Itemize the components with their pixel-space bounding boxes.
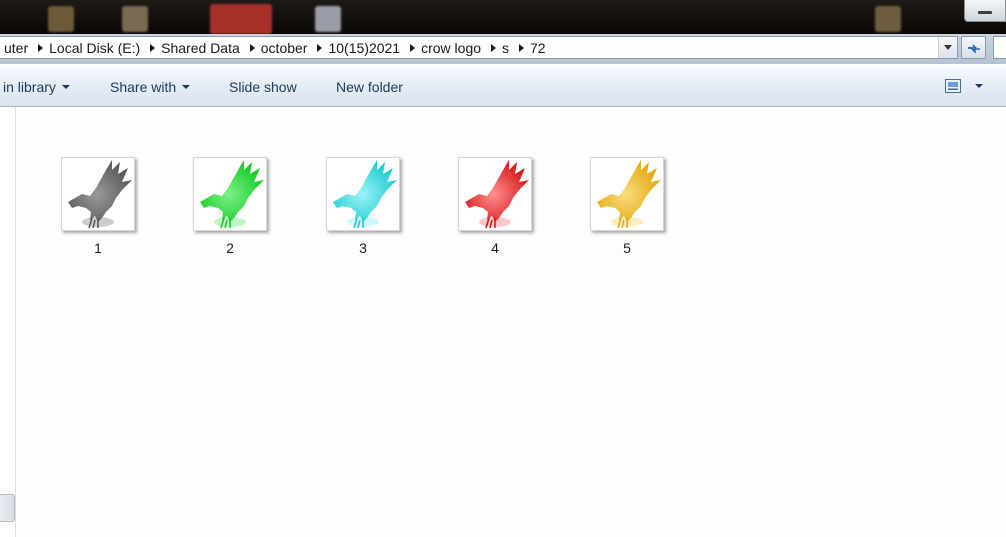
desktop-icon [315, 6, 341, 32]
slide-show-label: Slide show [229, 79, 297, 95]
search-input[interactable] [993, 36, 1006, 59]
file-item[interactable]: 1 [60, 157, 136, 256]
file-name-label: 5 [623, 240, 631, 256]
chevron-right-icon[interactable] [410, 43, 416, 52]
file-name-label: 3 [359, 240, 367, 256]
file-thumbnail [458, 157, 532, 231]
chevron-down-icon [975, 84, 983, 88]
chevron-right-icon[interactable] [519, 43, 525, 52]
chevron-down-icon [61, 85, 70, 89]
breadcrumb-item[interactable]: Shared Data [157, 40, 245, 56]
chevron-right-icon[interactable] [491, 43, 497, 52]
breadcrumb-item[interactable]: crow logo [417, 40, 486, 56]
crow-logo-image [333, 160, 397, 229]
refresh-button[interactable] [961, 36, 986, 59]
chevron-right-icon[interactable] [38, 43, 44, 52]
refresh-icon [967, 43, 980, 54]
file-name-label: 2 [226, 240, 234, 256]
address-bar[interactable]: uter Local Disk (E:) Shared Data october 10(… [0, 36, 958, 59]
share-with-label: Share with [110, 79, 177, 95]
navigation-scrollbar-thumb[interactable] [0, 494, 15, 522]
crow-logo-image [597, 160, 661, 229]
file-item[interactable]: 4 [457, 157, 533, 256]
breadcrumb: uter Local Disk (E:) Shared Data october 10(… [0, 37, 551, 58]
crow-logo-image [68, 160, 132, 229]
file-thumbnail [61, 157, 135, 231]
chevron-right-icon[interactable] [317, 43, 323, 52]
desktop-icon [48, 6, 74, 32]
desktop-icon [210, 4, 272, 34]
minimize-icon [978, 11, 992, 14]
navigation-pane[interactable] [0, 107, 16, 537]
breadcrumb-item[interactable]: 10(15)2021 [324, 40, 405, 56]
file-thumbnail [326, 157, 400, 231]
breadcrumb-item[interactable]: october [257, 40, 313, 56]
change-view-button[interactable] [945, 79, 983, 93]
file-thumbnail [590, 157, 664, 231]
desktop-icon [122, 6, 148, 32]
chevron-right-icon[interactable] [150, 43, 156, 52]
slide-show-button[interactable]: Slide show [229, 79, 297, 95]
file-name-label: 4 [491, 240, 499, 256]
file-thumbnail [193, 157, 267, 231]
chevron-down-icon [944, 45, 952, 50]
crow-logo-image [465, 160, 529, 229]
include-in-library-button[interactable]: in library [3, 79, 70, 95]
address-bar-row: uter Local Disk (E:) Shared Data october 10(… [0, 34, 1006, 64]
chevron-down-icon [182, 85, 191, 89]
breadcrumb-item[interactable]: Local Disk (E:) [45, 40, 145, 56]
crow-logo-image [200, 160, 264, 229]
change-view-icon [945, 79, 961, 93]
breadcrumb-item[interactable]: 72 [526, 40, 551, 56]
file-item[interactable]: 3 [325, 157, 401, 256]
breadcrumb-item[interactable]: s [498, 40, 514, 56]
new-folder-button[interactable]: New folder [336, 79, 403, 95]
file-name-label: 1 [94, 240, 102, 256]
command-bar: in library Share with Slide show New fol… [0, 66, 1006, 107]
minimize-button[interactable] [964, 0, 1006, 22]
desktop-background-strip [0, 0, 1006, 34]
desktop-icon [875, 6, 901, 32]
include-in-library-label: in library [3, 79, 56, 95]
address-history-dropdown[interactable] [938, 37, 957, 58]
breadcrumb-item[interactable]: uter [0, 40, 33, 56]
share-with-button[interactable]: Share with [110, 79, 191, 95]
new-folder-label: New folder [336, 79, 403, 95]
chevron-right-icon[interactable] [249, 43, 255, 52]
file-item[interactable]: 5 [589, 157, 665, 256]
file-item[interactable]: 2 [192, 157, 268, 256]
